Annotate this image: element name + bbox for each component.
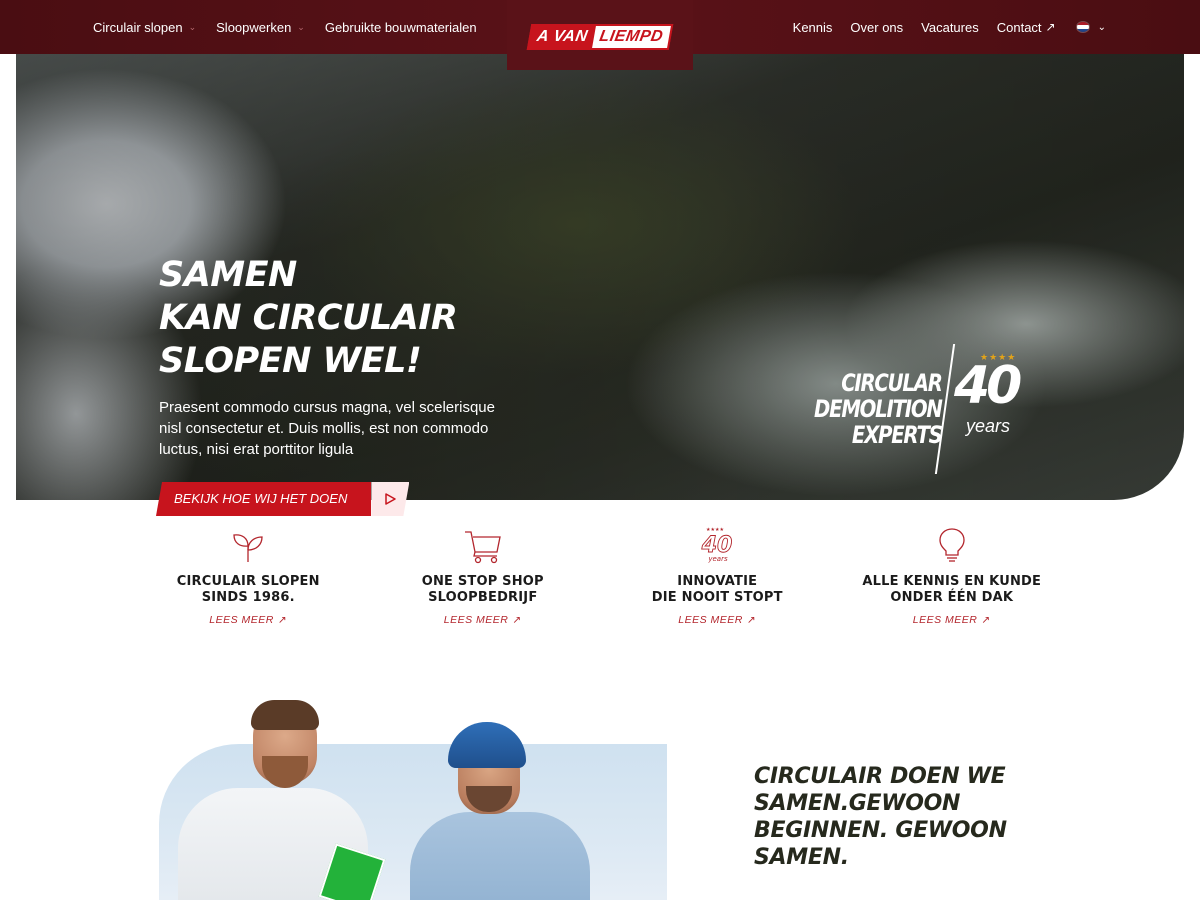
feature-title: INNOVATIE DIE NOOIT STOPT (600, 574, 835, 606)
hero-title-line: SAMEN (159, 255, 297, 295)
logo-text-part2: LIEMPD (591, 26, 671, 48)
hero-text: Praesent commodo cursus magna, vel scele… (159, 399, 495, 458)
read-more-label: LEES MEER (209, 614, 274, 626)
play-icon (371, 482, 409, 516)
arrow-up-right-icon: ↗ (981, 614, 991, 626)
hero-content: SAMEN KAN CIRCULAIR SLOPEN WEL! Praesent… (159, 254, 509, 460)
nav-gebruikte-bouwmaterialen[interactable]: Gebruikte bouwmaterialen (325, 20, 477, 35)
cart-icon (366, 526, 601, 566)
feature-title-line: CIRCULAIR SLOPEN (176, 574, 320, 589)
badge-words: CIRCULAR DEMOLITION EXPERTS (814, 369, 944, 449)
team-photo-person (410, 812, 590, 900)
hard-hat (448, 722, 526, 768)
nav-circulair-slopen[interactable]: Circulair slopen ⌄ (93, 20, 196, 35)
section-claim: CIRCULAIR DOEN WE SAMEN.GEWOON BEGINNEN.… (754, 763, 1007, 871)
claim-line: SAMEN.GEWOON (754, 791, 961, 816)
feature-list: CIRCULAIR SLOPEN SINDS 1986. LEES MEER ↗… (131, 526, 1069, 636)
nav-label: Circulair slopen (93, 19, 183, 35)
feature-title-line: SINDS 1986. (201, 590, 295, 605)
hero-title-line: KAN CIRCULAIR (159, 298, 458, 338)
hero-video: SAMEN KAN CIRCULAIR SLOPEN WEL! Praesent… (16, 54, 1184, 500)
nav-label: Contact (996, 19, 1042, 35)
cta-label: BEKIJK HOE WIJ HET DOEN (156, 482, 372, 516)
feature-title-line: ONE STOP SHOP (421, 574, 544, 589)
claim-line: CIRCULAIR DOEN WE (754, 764, 1006, 789)
arrow-up-right-icon: ↗ (746, 614, 757, 626)
chevron-down-icon: ⌄ (1097, 21, 1106, 33)
nav-contact[interactable]: Contact ↗ (997, 20, 1056, 35)
feature-item: ★★★★ 40 years INNOVATIE DIE NOOIT STOPT … (600, 526, 835, 636)
nav-vacatures[interactable]: Vacatures (921, 20, 979, 35)
read-more-link[interactable]: LEES MEER ↗ (209, 614, 287, 626)
feature-item: ALLE KENNIS EN KUNDE ONDER ÉÉN DAK LEES … (835, 526, 1070, 636)
feature-title: ONE STOP SHOP SLOOPBEDRIJF (366, 574, 601, 606)
arrow-up-right-icon: ↗ (1045, 20, 1056, 34)
read-more-link[interactable]: LEES MEER ↗ (444, 614, 522, 626)
badge-word: EXPERTS (852, 421, 943, 449)
forty-years-icon-unit: years (708, 555, 729, 563)
arrow-up-right-icon: ↗ (512, 614, 522, 626)
nav-over-ons[interactable]: Over ons (850, 20, 903, 35)
primary-nav: Circulair slopen ⌄ Sloopwerken ⌄ Gebruik… (93, 0, 477, 54)
team-photo-person-hair (251, 700, 319, 730)
read-more-link[interactable]: LEES MEER ↗ (678, 614, 756, 626)
feature-title-line: SLOOPBEDRIJF (428, 590, 538, 605)
lightbulb-icon (835, 526, 1070, 566)
nav-sloopwerken[interactable]: Sloopwerken ⌄ (216, 20, 305, 35)
logo-link[interactable]: A VAN LIEMPD (507, 0, 693, 70)
read-more-label: LEES MEER (443, 614, 509, 626)
watch-video-button[interactable]: BEKIJK HOE WIJ HET DOEN (156, 482, 409, 516)
nav-kennis[interactable]: Kennis (793, 20, 833, 35)
brand-logo: A VAN LIEMPD (526, 24, 674, 50)
hero-title-line: SLOPEN WEL! (159, 341, 422, 381)
feature-item: CIRCULAIR SLOPEN SINDS 1986. LEES MEER ↗ (131, 526, 366, 636)
badge-word: CIRCULAR (841, 369, 944, 397)
badge-unit: years (966, 416, 1011, 436)
claim-line: SAMEN. (754, 845, 849, 870)
claim-line: BEGINNEN. GEWOON (754, 818, 1007, 843)
nav-label: Gebruikte bouwmaterialen (324, 19, 477, 35)
badge-number: 40 (954, 356, 1022, 416)
language-switcher[interactable]: ⌄ (1075, 21, 1106, 33)
feature-item: ONE STOP SHOP SLOOPBEDRIJF LEES MEER ↗ (366, 526, 601, 636)
nav-label: Sloopwerken (216, 19, 292, 35)
feature-title-line: DIE NOOIT STOPT (651, 590, 783, 605)
chevron-down-icon: ⌄ (188, 21, 197, 32)
secondary-nav: Kennis Over ons Vacatures Contact ↗ ⌄ (793, 0, 1106, 54)
feature-title-line: ALLE KENNIS EN KUNDE (862, 574, 1042, 589)
feature-title-line: INNOVATIE (677, 574, 758, 589)
forty-years-icon: ★★★★ 40 years (600, 526, 835, 566)
netherlands-flag-icon (1075, 21, 1090, 33)
feature-title: ALLE KENNIS EN KUNDE ONDER ÉÉN DAK (835, 574, 1070, 606)
badge-word: DEMOLITION (814, 395, 943, 423)
feature-title-line: ONDER ÉÉN DAK (890, 590, 1014, 605)
chevron-down-icon: ⌄ (297, 21, 305, 32)
arrow-up-right-icon: ↗ (277, 614, 288, 626)
hero-title: SAMEN KAN CIRCULAIR SLOPEN WEL! (159, 254, 509, 383)
feature-title: CIRCULAIR SLOPEN SINDS 1986. (131, 574, 366, 606)
read-more-link[interactable]: LEES MEER ↗ (913, 614, 991, 626)
read-more-label: LEES MEER (912, 614, 978, 626)
logo-text-part1: A VAN (535, 28, 590, 45)
forty-years-badge: CIRCULAR DEMOLITION EXPERTS ★★★★ 40 year… (808, 344, 1028, 474)
read-more-label: LEES MEER (678, 614, 743, 626)
sprout-icon (131, 526, 366, 566)
